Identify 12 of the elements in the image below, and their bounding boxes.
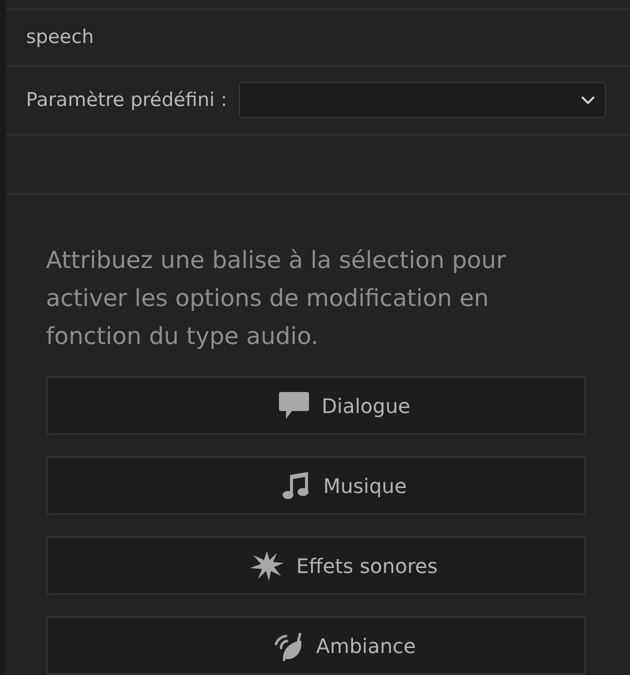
chevron-down-icon xyxy=(581,96,595,105)
audio-type-button[interactable]: Musique xyxy=(46,456,586,515)
clip-name: speech xyxy=(26,26,94,48)
preset-dropdown[interactable] xyxy=(239,82,606,118)
instruction-text: Attribuez une balise à la sélection pour activer les options de modification en fonction du type audio. xyxy=(46,245,507,352)
music-note-icon xyxy=(281,472,312,500)
audio-type-button[interactable]: Ambiance xyxy=(46,616,586,675)
audio-type-button[interactable]: Effets sonores xyxy=(46,536,586,595)
burst-icon xyxy=(250,550,284,580)
preset-label: Paramètre prédéfini : xyxy=(26,89,228,112)
speech-bubble-icon xyxy=(278,390,310,420)
audio-type-button[interactable]: Dialogue xyxy=(46,376,586,435)
